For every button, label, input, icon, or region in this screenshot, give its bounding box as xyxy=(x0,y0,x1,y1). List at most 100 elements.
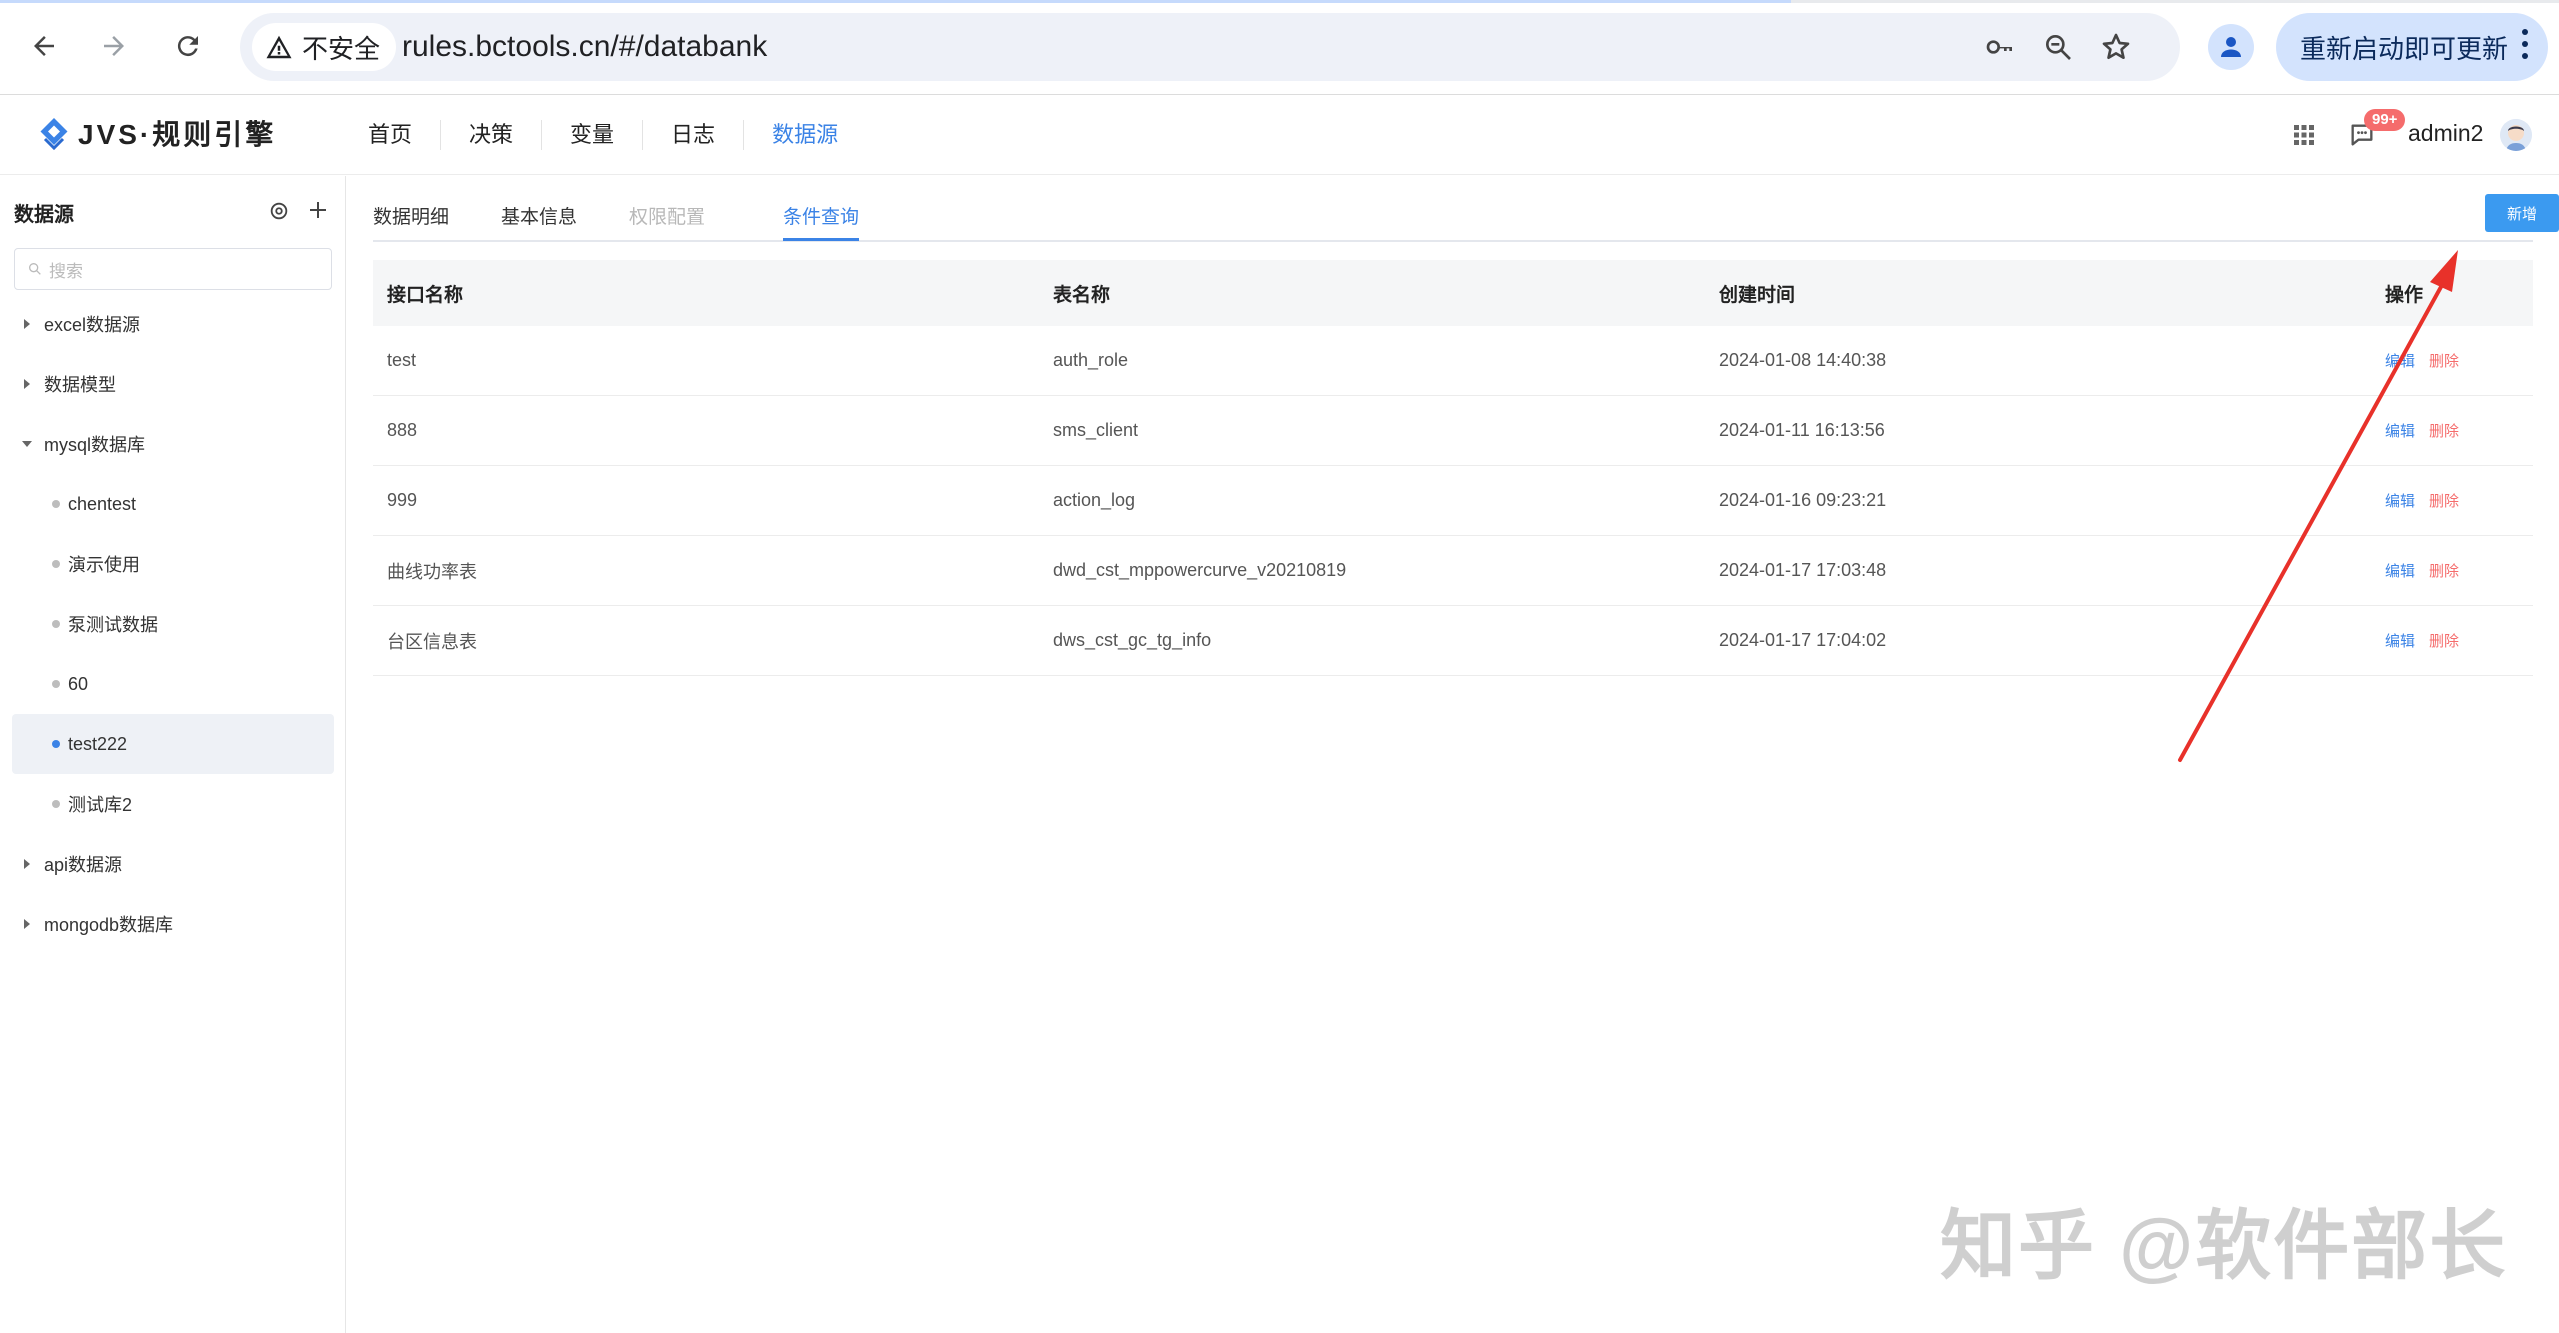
avatar[interactable] xyxy=(2500,119,2532,151)
tab-bar: 数据明细 基本信息 权限配置 条件查询 新增 xyxy=(373,176,2559,242)
security-chip[interactable]: 不安全 xyxy=(252,23,397,71)
tab-condition-query[interactable]: 条件查询 xyxy=(783,202,859,229)
cell-actions: 编辑 删除 xyxy=(2371,630,2533,651)
browser-toolbar: 不安全 rules.bctools.cn/#/databank 重新启动即可更新 xyxy=(0,0,2559,95)
watermark: 知乎 @软件部长 xyxy=(1940,1204,2508,1289)
nav-home[interactable]: 首页 xyxy=(340,120,442,150)
zoom-out-icon xyxy=(2046,34,2071,60)
edit-link[interactable]: 编辑 xyxy=(2385,490,2415,511)
avatar-icon xyxy=(2500,119,2532,151)
tree-node-label: 演示使用 xyxy=(68,555,140,575)
sidebar-title: 数据源 xyxy=(14,204,74,226)
header-actions: 操作 xyxy=(2385,284,2424,306)
forward-button[interactable] xyxy=(90,22,138,70)
caret-right-icon[interactable] xyxy=(24,319,30,329)
app-header: JVS·规则引擎 首页 决策 变量 日志 数据源 99+ admin2 xyxy=(0,95,2559,175)
profile-button[interactable] xyxy=(2208,24,2254,70)
username[interactable]: admin2 xyxy=(2408,120,2483,147)
app-logo[interactable]: JVS·规则引擎 xyxy=(36,113,276,153)
url-text[interactable]: rules.bctools.cn/#/databank xyxy=(402,30,767,64)
locate-icon[interactable] xyxy=(268,200,290,222)
nav-variable[interactable]: 变量 xyxy=(542,120,644,150)
tree-node-mongodb[interactable]: mongodb数据库 xyxy=(0,894,346,954)
cell-table-name: sms_client xyxy=(1053,420,1139,440)
star-icon xyxy=(2102,33,2130,59)
delete-link[interactable]: 删除 xyxy=(2429,560,2459,581)
tree-node-excel[interactable]: excel数据源 xyxy=(0,294,346,354)
more-menu-icon[interactable] xyxy=(2522,29,2528,59)
tree-node-label: 泵测试数据 xyxy=(68,615,158,635)
edit-link[interactable]: 编辑 xyxy=(2385,420,2415,441)
tree-node-label: 60 xyxy=(68,673,89,694)
delete-link[interactable]: 删除 xyxy=(2429,350,2459,371)
cell-created-time: 2024-01-16 09:23:21 xyxy=(1719,490,1887,510)
node-dot-icon xyxy=(52,560,60,568)
back-arrow-icon xyxy=(34,36,54,56)
delete-link[interactable]: 删除 xyxy=(2429,490,2459,511)
tree-node-api[interactable]: api数据源 xyxy=(0,834,346,894)
apps-grid-icon[interactable] xyxy=(2292,123,2316,147)
tree-node-test222[interactable]: test222 xyxy=(12,714,334,774)
cell-created-time: 2024-01-08 14:40:38 xyxy=(1719,350,1887,370)
address-bar[interactable]: 不安全 rules.bctools.cn/#/databank xyxy=(240,13,2180,81)
table-row: 曲线功率表 dwd_cst_mppowercurve_v20210819 202… xyxy=(373,536,2533,606)
tree-node-label: excel数据源 xyxy=(44,315,141,335)
forward-arrow-icon xyxy=(104,36,124,56)
search-input[interactable]: 搜索 xyxy=(14,248,332,290)
datasource-tree: excel数据源 数据模型 mysql数据库 chentest 演示使用 泵测试… xyxy=(0,294,346,954)
back-button[interactable] xyxy=(20,22,68,70)
password-key-button[interactable] xyxy=(1982,29,2018,65)
tree-node-mysql[interactable]: mysql数据库 xyxy=(0,414,346,474)
bookmark-button[interactable] xyxy=(2098,29,2134,65)
tab-data-detail[interactable]: 数据明细 xyxy=(373,202,449,229)
add-icon[interactable] xyxy=(306,198,330,222)
delete-link[interactable]: 删除 xyxy=(2429,420,2459,441)
reload-button[interactable] xyxy=(164,22,212,70)
zoom-button[interactable] xyxy=(2040,29,2076,65)
person-icon xyxy=(2221,37,2241,57)
tree-node-60[interactable]: 60 xyxy=(0,654,346,714)
cell-table-name: auth_role xyxy=(1053,350,1129,370)
tree-node-testdb2[interactable]: 测试库2 xyxy=(0,774,346,834)
caret-right-icon[interactable] xyxy=(24,859,30,869)
nav-decision[interactable]: 决策 xyxy=(441,120,543,150)
tree-node-chentest[interactable]: chentest xyxy=(0,474,346,534)
node-dot-icon xyxy=(52,740,60,748)
caret-down-icon[interactable] xyxy=(22,441,32,447)
cell-table-name: action_log xyxy=(1053,490,1136,510)
cell-actions: 编辑 删除 xyxy=(2371,490,2533,511)
main-content: 数据明细 基本信息 权限配置 条件查询 新增 接口名称 表名称 创建时间 操作 … xyxy=(347,176,2559,1333)
update-button[interactable]: 重新启动即可更新 xyxy=(2276,13,2548,81)
nav-log[interactable]: 日志 xyxy=(643,120,745,150)
header-table-name: 表名称 xyxy=(1053,284,1111,306)
add-button[interactable]: 新增 xyxy=(2485,194,2559,232)
search-icon xyxy=(28,263,41,275)
delete-link[interactable]: 删除 xyxy=(2429,630,2459,651)
cell-interface-name: 台区信息表 xyxy=(387,631,477,652)
tab-basic-info[interactable]: 基本信息 xyxy=(501,202,577,229)
cell-interface-name: 999 xyxy=(387,490,418,510)
cell-actions: 编辑 删除 xyxy=(2371,560,2533,581)
cell-interface-name: test xyxy=(387,350,417,370)
node-dot-icon xyxy=(52,620,60,628)
warning-icon xyxy=(266,35,292,59)
tree-node-label: 测试库2 xyxy=(68,795,133,815)
edit-link[interactable]: 编辑 xyxy=(2385,630,2415,651)
tree-node-data-model[interactable]: 数据模型 xyxy=(0,354,346,414)
message-badge: 99+ xyxy=(2364,109,2406,131)
cell-table-name: dwd_cst_mppowercurve_v20210819 xyxy=(1053,560,1347,580)
cell-interface-name: 曲线功率表 xyxy=(387,561,477,582)
caret-right-icon[interactable] xyxy=(24,919,30,929)
logo-icon xyxy=(40,118,68,151)
tree-node-label: api数据源 xyxy=(44,855,123,875)
tree-node-demo[interactable]: 演示使用 xyxy=(0,534,346,594)
edit-link[interactable]: 编辑 xyxy=(2385,560,2415,581)
tree-node-label: mysql数据库 xyxy=(44,435,146,455)
caret-right-icon[interactable] xyxy=(24,379,30,389)
tree-node-label: mongodb数据库 xyxy=(44,915,174,935)
nav-datasource[interactable]: 数据源 xyxy=(744,120,866,150)
tree-node-pump-test[interactable]: 泵测试数据 xyxy=(0,594,346,654)
edit-link[interactable]: 编辑 xyxy=(2385,350,2415,371)
cell-created-time: 2024-01-11 16:13:56 xyxy=(1719,420,1885,440)
cell-created-time: 2024-01-17 17:03:48 xyxy=(1719,560,1887,580)
